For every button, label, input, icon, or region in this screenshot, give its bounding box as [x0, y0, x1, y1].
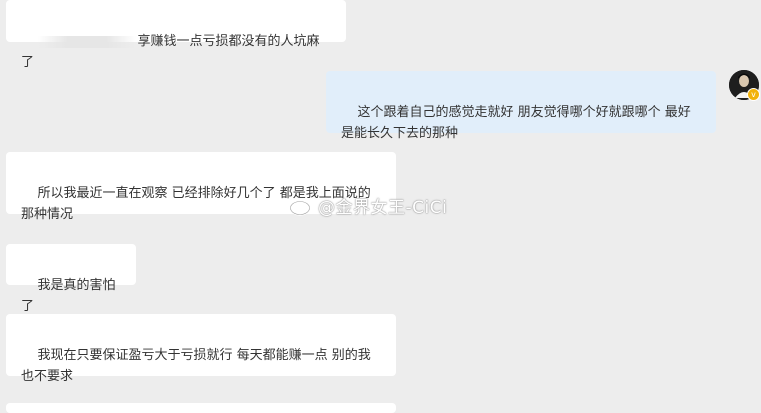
blurred-text: [37, 35, 136, 48]
message-bubble-outgoing[interactable]: 这个跟着自己的感觉走就好 朋友觉得哪个好就跟哪个 最好是能长久下去的那种: [326, 71, 716, 141]
verified-badge-icon: v: [747, 88, 760, 101]
chat-window: 享赚钱一点亏损都没有的人坑麻了 这个跟着自己的感觉走就好 朋友觉得哪个好就跟哪个…: [0, 0, 761, 413]
watermark-text: @金界女王-CiCi: [318, 198, 448, 218]
message-text: 我现在只要保证盈亏大于亏损就行 每天都能赚一点 别的我也不要求: [21, 348, 371, 384]
message-bubble-incoming[interactable]: 我现在只要保证盈亏大于亏损就行 每天都能赚一点 别的我也不要求: [6, 314, 396, 384]
message-bubble-incoming[interactable]: 享赚钱一点亏损都没有的人坑麻了: [6, 0, 346, 70]
avatar[interactable]: v: [729, 70, 760, 101]
weibo-logo-icon: [289, 197, 314, 216]
watermark: @金界女王-CiCi: [289, 193, 447, 218]
message-text: 我是真的害怕了: [21, 278, 116, 314]
message-bubble-incoming[interactable]: 我是真的害怕了: [6, 244, 136, 314]
message-text: 这个跟着自己的感觉走就好 朋友觉得哪个好就跟哪个 最好是能长久下去的那种: [341, 105, 691, 141]
message-bubble-incoming-partial[interactable]: [6, 403, 396, 413]
